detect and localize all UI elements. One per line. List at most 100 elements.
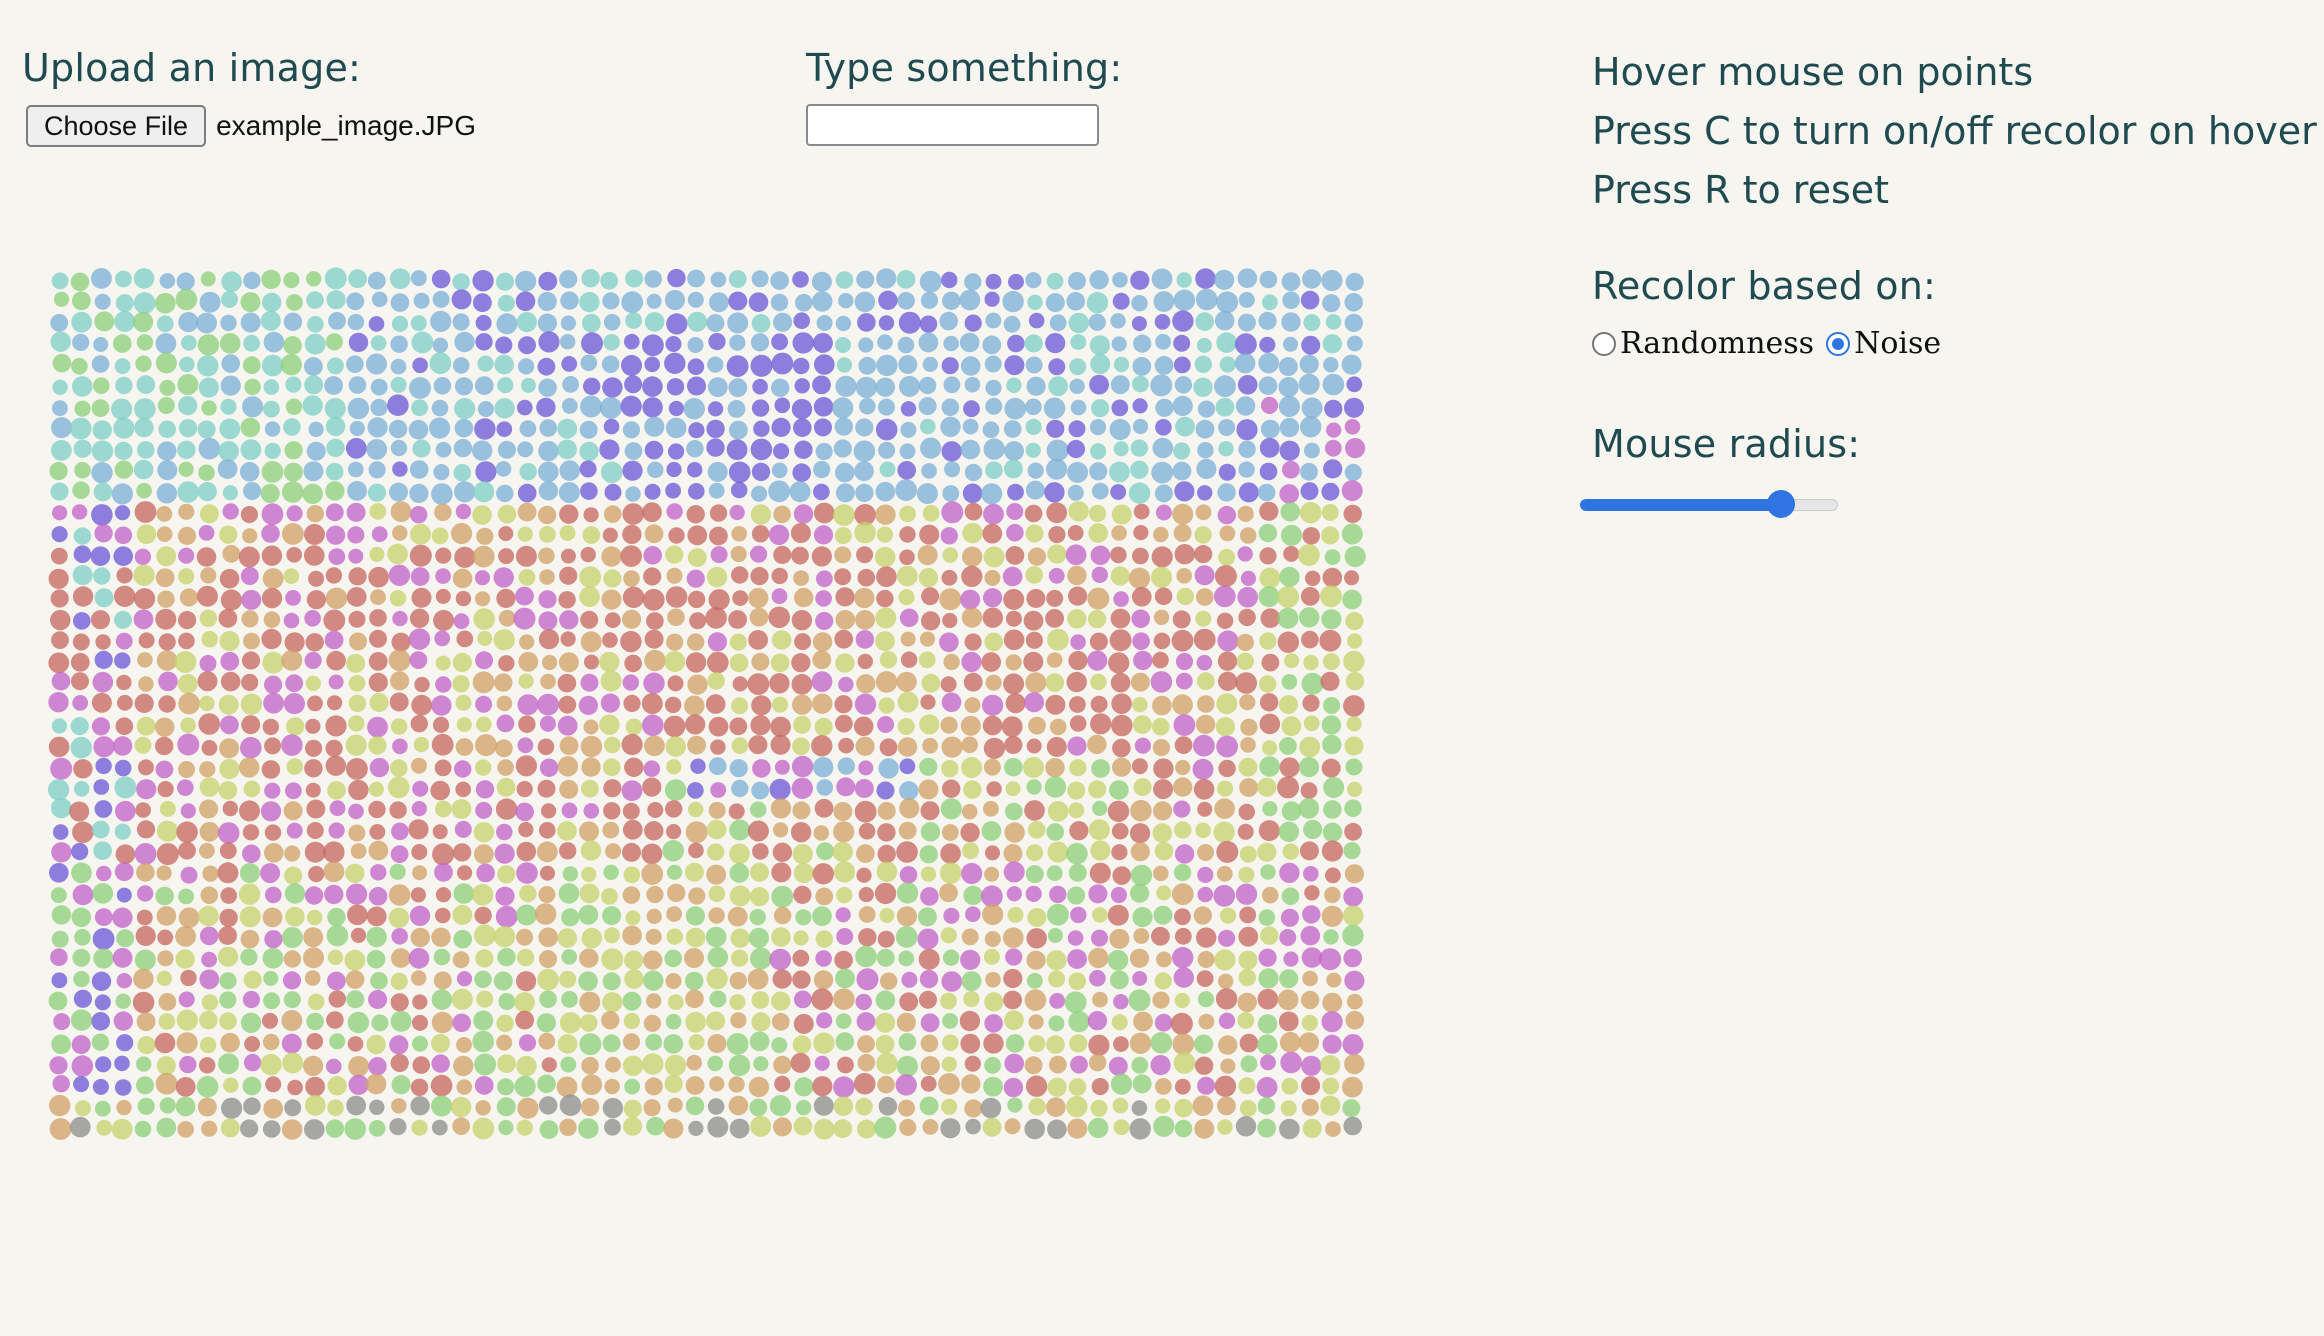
point[interactable] (156, 820, 179, 842)
point[interactable] (1111, 844, 1128, 861)
point[interactable] (1004, 757, 1023, 777)
point[interactable] (874, 1116, 897, 1139)
point[interactable] (833, 821, 855, 843)
point[interactable] (985, 379, 1002, 396)
point[interactable] (1238, 291, 1255, 308)
point[interactable] (538, 1032, 556, 1050)
point[interactable] (475, 651, 494, 670)
point[interactable] (71, 672, 89, 691)
point[interactable] (665, 586, 688, 608)
point[interactable] (306, 1012, 324, 1031)
point[interactable] (1195, 419, 1215, 439)
point[interactable] (687, 376, 706, 396)
point[interactable] (154, 1032, 176, 1054)
point[interactable] (1240, 570, 1256, 586)
point[interactable] (475, 734, 497, 757)
point[interactable] (1089, 862, 1111, 884)
point[interactable] (1192, 1095, 1214, 1116)
point[interactable] (961, 971, 982, 992)
point[interactable] (729, 633, 747, 651)
point[interactable] (1026, 589, 1046, 608)
point[interactable] (370, 398, 388, 417)
point[interactable] (561, 356, 578, 372)
point[interactable] (983, 438, 1005, 460)
point[interactable] (1111, 525, 1127, 541)
point[interactable] (516, 841, 537, 862)
point[interactable] (1174, 376, 1193, 394)
point[interactable] (346, 587, 367, 607)
point[interactable] (1219, 907, 1237, 924)
point[interactable] (1152, 695, 1172, 716)
point[interactable] (792, 737, 810, 756)
point[interactable] (136, 820, 156, 839)
point[interactable] (516, 904, 537, 926)
point[interactable] (134, 588, 156, 610)
point[interactable] (1151, 268, 1173, 290)
point[interactable] (1005, 781, 1021, 797)
point[interactable] (1323, 800, 1342, 819)
point[interactable] (811, 735, 833, 757)
point[interactable] (728, 1095, 749, 1116)
point[interactable] (1128, 482, 1151, 504)
point[interactable] (368, 800, 386, 819)
point[interactable] (875, 631, 895, 651)
point[interactable] (451, 799, 472, 819)
point[interactable] (537, 1074, 556, 1094)
point[interactable] (856, 1012, 876, 1031)
point[interactable] (91, 462, 113, 484)
point[interactable] (51, 671, 71, 691)
point[interactable] (1278, 395, 1300, 417)
point[interactable] (1282, 291, 1300, 309)
point[interactable] (709, 526, 728, 546)
point[interactable] (72, 376, 93, 397)
point[interactable] (664, 779, 687, 801)
point[interactable] (286, 294, 303, 311)
point[interactable] (688, 887, 706, 905)
point[interactable] (178, 991, 195, 1008)
point[interactable] (1344, 313, 1364, 333)
point[interactable] (1197, 801, 1213, 817)
point[interactable] (177, 779, 194, 796)
point[interactable] (943, 907, 960, 924)
point[interactable] (1089, 419, 1107, 436)
point[interactable] (514, 992, 535, 1013)
point[interactable] (1277, 989, 1299, 1011)
point[interactable] (580, 631, 602, 653)
point[interactable] (431, 269, 451, 289)
point[interactable] (1003, 315, 1021, 333)
point[interactable] (496, 1097, 516, 1117)
point[interactable] (1325, 314, 1342, 330)
point[interactable] (751, 462, 771, 482)
point[interactable] (1341, 354, 1362, 375)
point[interactable] (918, 948, 940, 970)
point[interactable] (452, 357, 470, 374)
point[interactable] (473, 481, 495, 503)
point[interactable] (833, 504, 855, 526)
point[interactable] (410, 887, 426, 903)
point[interactable] (1345, 758, 1363, 776)
point[interactable] (1260, 926, 1279, 945)
point[interactable] (476, 716, 492, 733)
point[interactable] (432, 290, 450, 308)
point[interactable] (1132, 547, 1149, 565)
point[interactable] (261, 461, 284, 483)
point[interactable] (665, 336, 682, 352)
point[interactable] (855, 736, 875, 756)
point[interactable] (369, 503, 387, 520)
point[interactable] (200, 886, 219, 905)
point[interactable] (307, 695, 323, 712)
point[interactable] (219, 758, 240, 780)
point[interactable] (350, 843, 367, 859)
point[interactable] (1003, 927, 1024, 948)
point[interactable] (898, 355, 918, 374)
point[interactable] (643, 567, 662, 586)
point[interactable] (114, 652, 131, 669)
point[interactable] (708, 482, 725, 499)
point[interactable] (1194, 1056, 1214, 1075)
point[interactable] (177, 440, 196, 459)
point[interactable] (286, 822, 303, 839)
point[interactable] (1154, 972, 1172, 990)
point[interactable] (369, 824, 386, 840)
point[interactable] (664, 289, 686, 311)
point[interactable] (348, 803, 364, 820)
